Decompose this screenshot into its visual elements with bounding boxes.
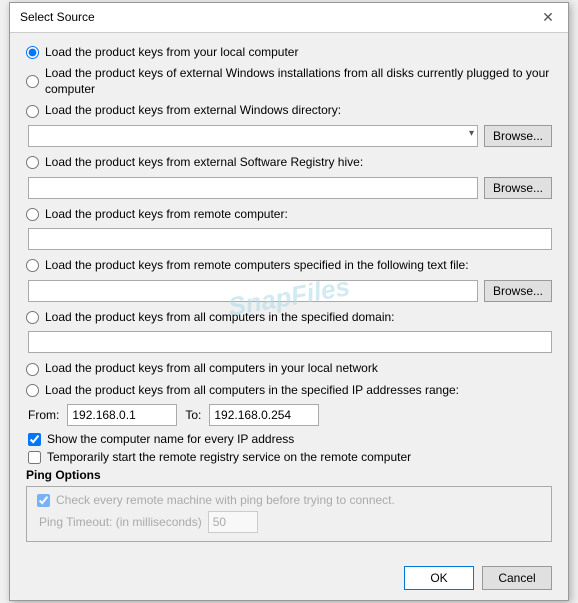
dialog-title: Select Source — [20, 10, 95, 24]
browse-button-6[interactable]: Browse... — [484, 280, 552, 302]
text-input-4[interactable] — [28, 177, 478, 199]
ping-group-box: Check every remote machine with ping bef… — [26, 486, 552, 542]
ip-range-row: From: To: — [28, 404, 552, 426]
dropdown-3[interactable] — [28, 125, 478, 147]
input-row-7 — [28, 331, 552, 353]
radio-row-7: Load the product keys from all computers… — [26, 310, 552, 326]
browse-button-4[interactable]: Browse... — [484, 177, 552, 199]
ping-timeout-input[interactable] — [208, 511, 258, 533]
input-row-5 — [28, 228, 552, 250]
ip-from-input[interactable] — [67, 404, 177, 426]
checkbox-row-1: Show the computer name for every IP addr… — [28, 432, 552, 446]
radio-label-3: Load the product keys from external Wind… — [45, 103, 341, 119]
dialog: Select Source ✕ Load the product keys fr… — [9, 2, 569, 602]
radio-label-7: Load the product keys from all computers… — [45, 310, 395, 326]
dropdown-wrapper-3 — [28, 125, 478, 147]
radio-row-4: Load the product keys from external Soft… — [26, 155, 552, 171]
radio-opt2[interactable] — [26, 75, 39, 88]
radio-row-3: Load the product keys from external Wind… — [26, 103, 552, 119]
checkbox-2[interactable] — [28, 451, 41, 464]
ping-check-label: Check every remote machine with ping bef… — [56, 493, 395, 507]
radio-label-9: Load the product keys from all computers… — [45, 383, 459, 399]
radio-opt5[interactable] — [26, 208, 39, 221]
radio-opt8[interactable] — [26, 363, 39, 376]
close-button[interactable]: ✕ — [538, 7, 558, 27]
ip-to-input[interactable] — [209, 404, 319, 426]
to-label: To: — [185, 408, 201, 422]
text-input-5[interactable] — [28, 228, 552, 250]
title-bar: Select Source ✕ — [10, 3, 568, 33]
from-label: From: — [28, 408, 59, 422]
radio-opt4[interactable] — [26, 156, 39, 169]
text-input-6[interactable] — [28, 280, 478, 302]
ping-checkbox[interactable] — [37, 494, 50, 507]
radio-label-8: Load the product keys from all computers… — [45, 361, 378, 377]
radio-row-8: Load the product keys from all computers… — [26, 361, 552, 377]
radio-label-4: Load the product keys from external Soft… — [45, 155, 363, 171]
radio-label-2: Load the product keys of external Window… — [45, 66, 552, 97]
checkbox-label-1: Show the computer name for every IP addr… — [47, 432, 294, 446]
dialog-body: Load the product keys from your local co… — [10, 33, 568, 561]
checkbox-label-2: Temporarily start the remote registry se… — [47, 450, 411, 464]
content-area: Load the product keys from your local co… — [10, 33, 568, 561]
ping-section-title: Ping Options — [26, 468, 552, 482]
radio-label-6: Load the product keys from remote comput… — [45, 258, 469, 274]
text-input-7[interactable] — [28, 331, 552, 353]
button-row: OK Cancel — [10, 560, 568, 600]
radio-opt7[interactable] — [26, 311, 39, 324]
radio-row-1: Load the product keys from your local co… — [26, 45, 552, 61]
radio-opt6[interactable] — [26, 259, 39, 272]
radio-row-9: Load the product keys from all computers… — [26, 383, 552, 399]
radio-row-6: Load the product keys from remote comput… — [26, 258, 552, 274]
browse-button-3[interactable]: Browse... — [484, 125, 552, 147]
input-row-6: Browse... — [28, 280, 552, 302]
checkbox-row-2: Temporarily start the remote registry se… — [28, 450, 552, 464]
ping-check-row: Check every remote machine with ping bef… — [37, 493, 541, 507]
checkbox-1[interactable] — [28, 433, 41, 446]
radio-opt9[interactable] — [26, 384, 39, 397]
input-row-3: Browse... — [28, 125, 552, 147]
radio-opt1[interactable] — [26, 46, 39, 59]
ping-timeout-row: Ping Timeout: (in milliseconds) — [39, 511, 541, 533]
ping-timeout-label: Ping Timeout: (in milliseconds) — [39, 515, 202, 529]
radio-label-5: Load the product keys from remote comput… — [45, 207, 288, 223]
ok-button[interactable]: OK — [404, 566, 474, 590]
input-row-4: Browse... — [28, 177, 552, 199]
radio-row-5: Load the product keys from remote comput… — [26, 207, 552, 223]
cancel-button[interactable]: Cancel — [482, 566, 552, 590]
radio-opt3[interactable] — [26, 105, 39, 118]
radio-label-1: Load the product keys from your local co… — [45, 45, 298, 61]
radio-row-2: Load the product keys of external Window… — [26, 66, 552, 97]
